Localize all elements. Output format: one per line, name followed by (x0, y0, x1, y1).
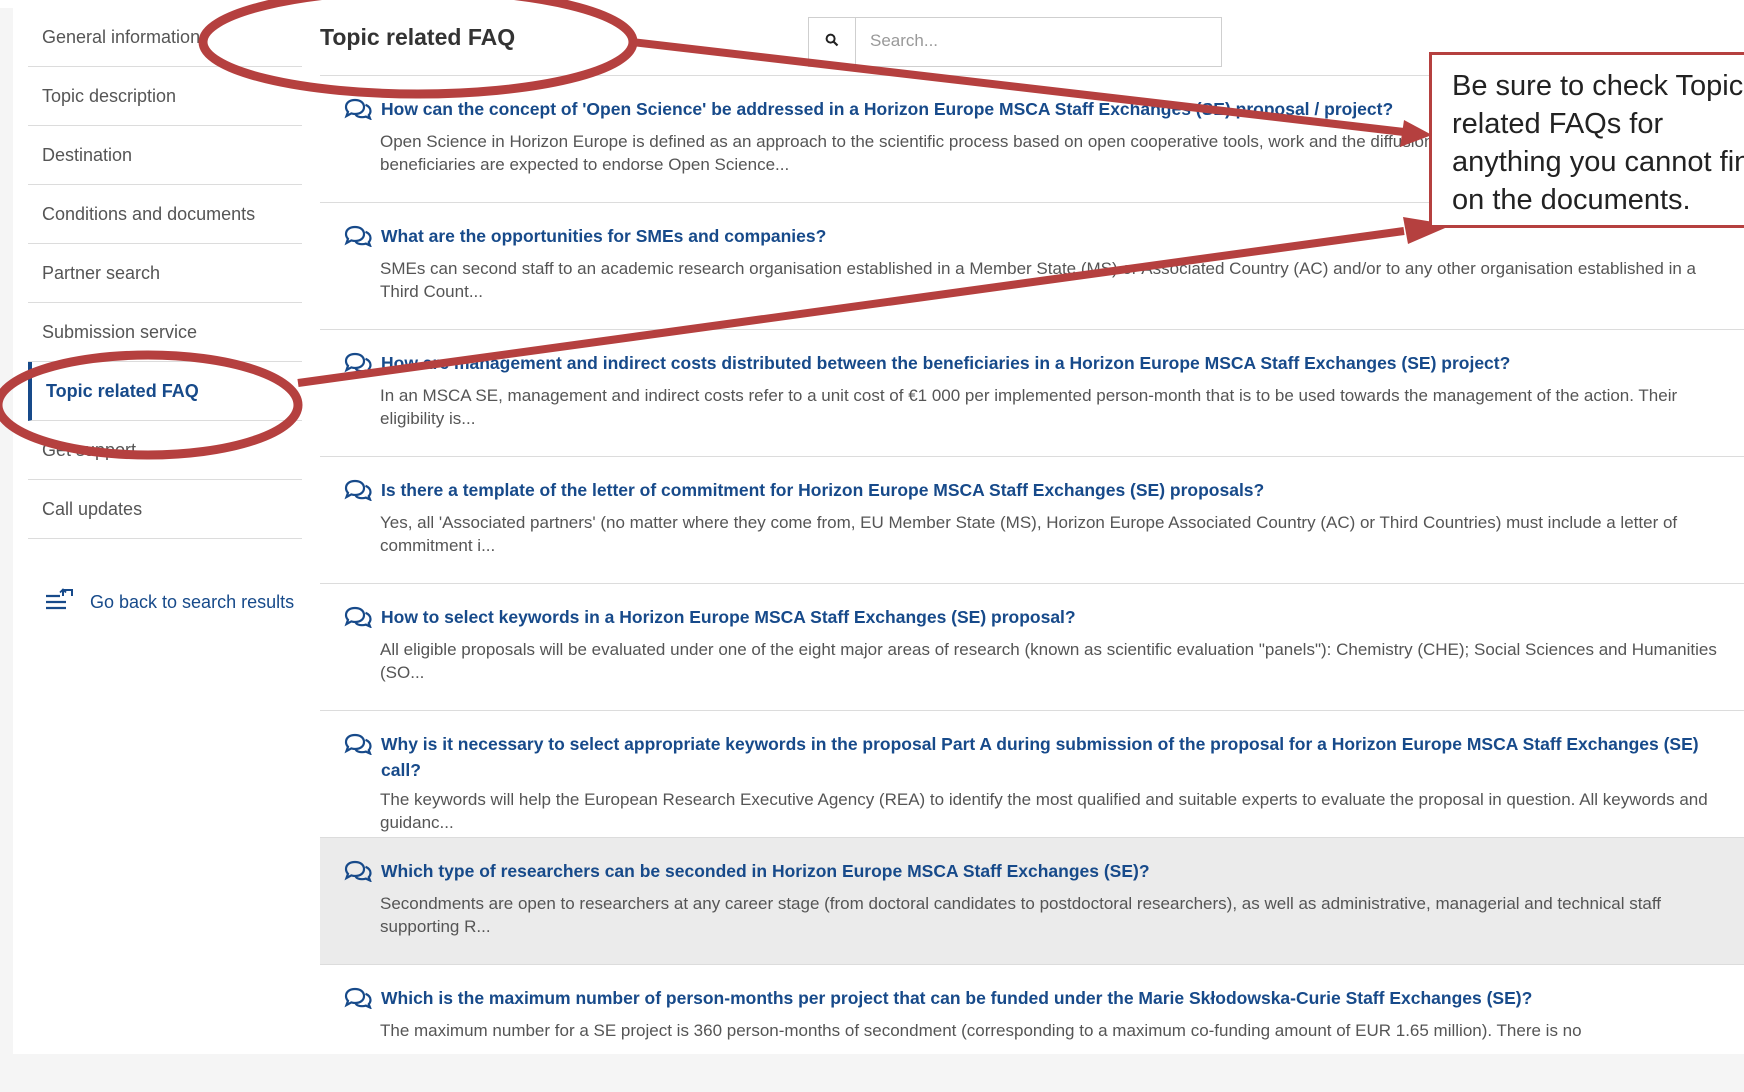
comments-icon (343, 606, 373, 633)
faq-question-link[interactable]: Which is the maximum number of person-mo… (381, 985, 1532, 1011)
sidebar-item-label: General information (42, 26, 201, 47)
sidebar-item-conditions-and-documents[interactable]: Conditions and documents (28, 185, 302, 244)
sidebar-item-get-support[interactable]: Get support (28, 421, 302, 480)
faq-answer-snippet: All eligible proposals will be evaluated… (380, 640, 1717, 682)
callout-line: on the documents. (1452, 184, 1691, 216)
faq-question-link[interactable]: Why is it necessary to select appropriat… (381, 731, 1724, 783)
sidebar-item-label: Destination (42, 144, 133, 165)
search-box (808, 17, 1222, 67)
sidebar-item-label: Topic related FAQ (46, 380, 199, 401)
sidebar-item-destination[interactable]: Destination (28, 126, 302, 185)
sidebar-item-label: Topic description (42, 85, 177, 106)
sidebar-item-label: Get support (42, 439, 137, 460)
faq-answer-snippet: In an MSCA SE, management and indirect c… (380, 386, 1678, 428)
faq-item: Which is the maximum number of person-mo… (320, 965, 1744, 1092)
comments-icon (343, 987, 373, 1014)
faq-item: Which type of researchers can be seconde… (320, 838, 1744, 965)
annotation-callout: Be sure to check Topic related FAQs for … (1429, 52, 1744, 228)
faq-question-link[interactable]: Is there a template of the letter of com… (381, 477, 1264, 503)
faq-answer-snippet: The keywords will help the European Rese… (380, 790, 1708, 832)
comments-icon (343, 860, 373, 887)
search-icon (825, 33, 839, 52)
sidebar-item-submission-service[interactable]: Submission service (28, 303, 302, 362)
faq-item: Why is it necessary to select appropriat… (320, 711, 1744, 838)
top-strip (0, 0, 1744, 8)
faq-question-link[interactable]: How can the concept of 'Open Science' be… (381, 96, 1393, 122)
faq-question-link[interactable]: How are management and indirect costs di… (381, 350, 1510, 376)
faq-answer-snippet: Yes, all 'Associated partners' (no matte… (380, 513, 1678, 555)
faq-item: Is there a template of the letter of com… (320, 457, 1744, 584)
sidebar-nav: General information Topic description De… (28, 8, 302, 539)
sidebar-item-partner-search[interactable]: Partner search (28, 244, 302, 303)
sidebar-item-label: Partner search (42, 262, 161, 283)
faq-item: How are management and indirect costs di… (320, 330, 1744, 457)
faq-question-link[interactable]: Which type of researchers can be seconde… (381, 858, 1150, 884)
comments-icon (343, 352, 373, 379)
callout-line: Be sure to check Topic (1452, 70, 1744, 102)
sidebar-item-topic-description[interactable]: Topic description (28, 67, 302, 126)
sidebar-item-topic-related-faq[interactable]: Topic related FAQ (28, 362, 302, 421)
faq-question-link[interactable]: How to select keywords in a Horizon Euro… (381, 604, 1076, 630)
faq-question-link[interactable]: What are the opportunities for SMEs and … (381, 223, 826, 249)
comments-icon (343, 225, 373, 252)
search-input[interactable] (856, 18, 1221, 64)
faq-answer-snippet: The maximum number for a SE project is 3… (380, 1021, 1582, 1040)
faq-answer-snippet: SMEs can second staff to an academic res… (380, 259, 1696, 301)
comments-icon (343, 479, 373, 506)
sidebar-item-label: Conditions and documents (42, 203, 256, 224)
sidebar-item-general-information[interactable]: General information (28, 8, 302, 67)
back-to-search-link[interactable]: Go back to search results (44, 586, 294, 619)
sidebar-item-call-updates[interactable]: Call updates (28, 480, 302, 539)
sidebar-item-label: Submission service (42, 321, 198, 342)
page-title: Topic related FAQ (320, 24, 516, 50)
comments-icon (343, 733, 373, 760)
list-back-icon (44, 586, 74, 619)
callout-line: related FAQs for (1452, 108, 1664, 140)
sidebar-item-label: Call updates (42, 498, 143, 519)
faq-item: How to select keywords in a Horizon Euro… (320, 584, 1744, 711)
search-button[interactable] (809, 18, 856, 66)
comments-icon (343, 98, 373, 125)
callout-line: anything you cannot find (1452, 146, 1744, 178)
faq-answer-snippet: Secondments are open to researchers at a… (380, 894, 1662, 936)
back-link-label: Go back to search results (90, 592, 295, 612)
